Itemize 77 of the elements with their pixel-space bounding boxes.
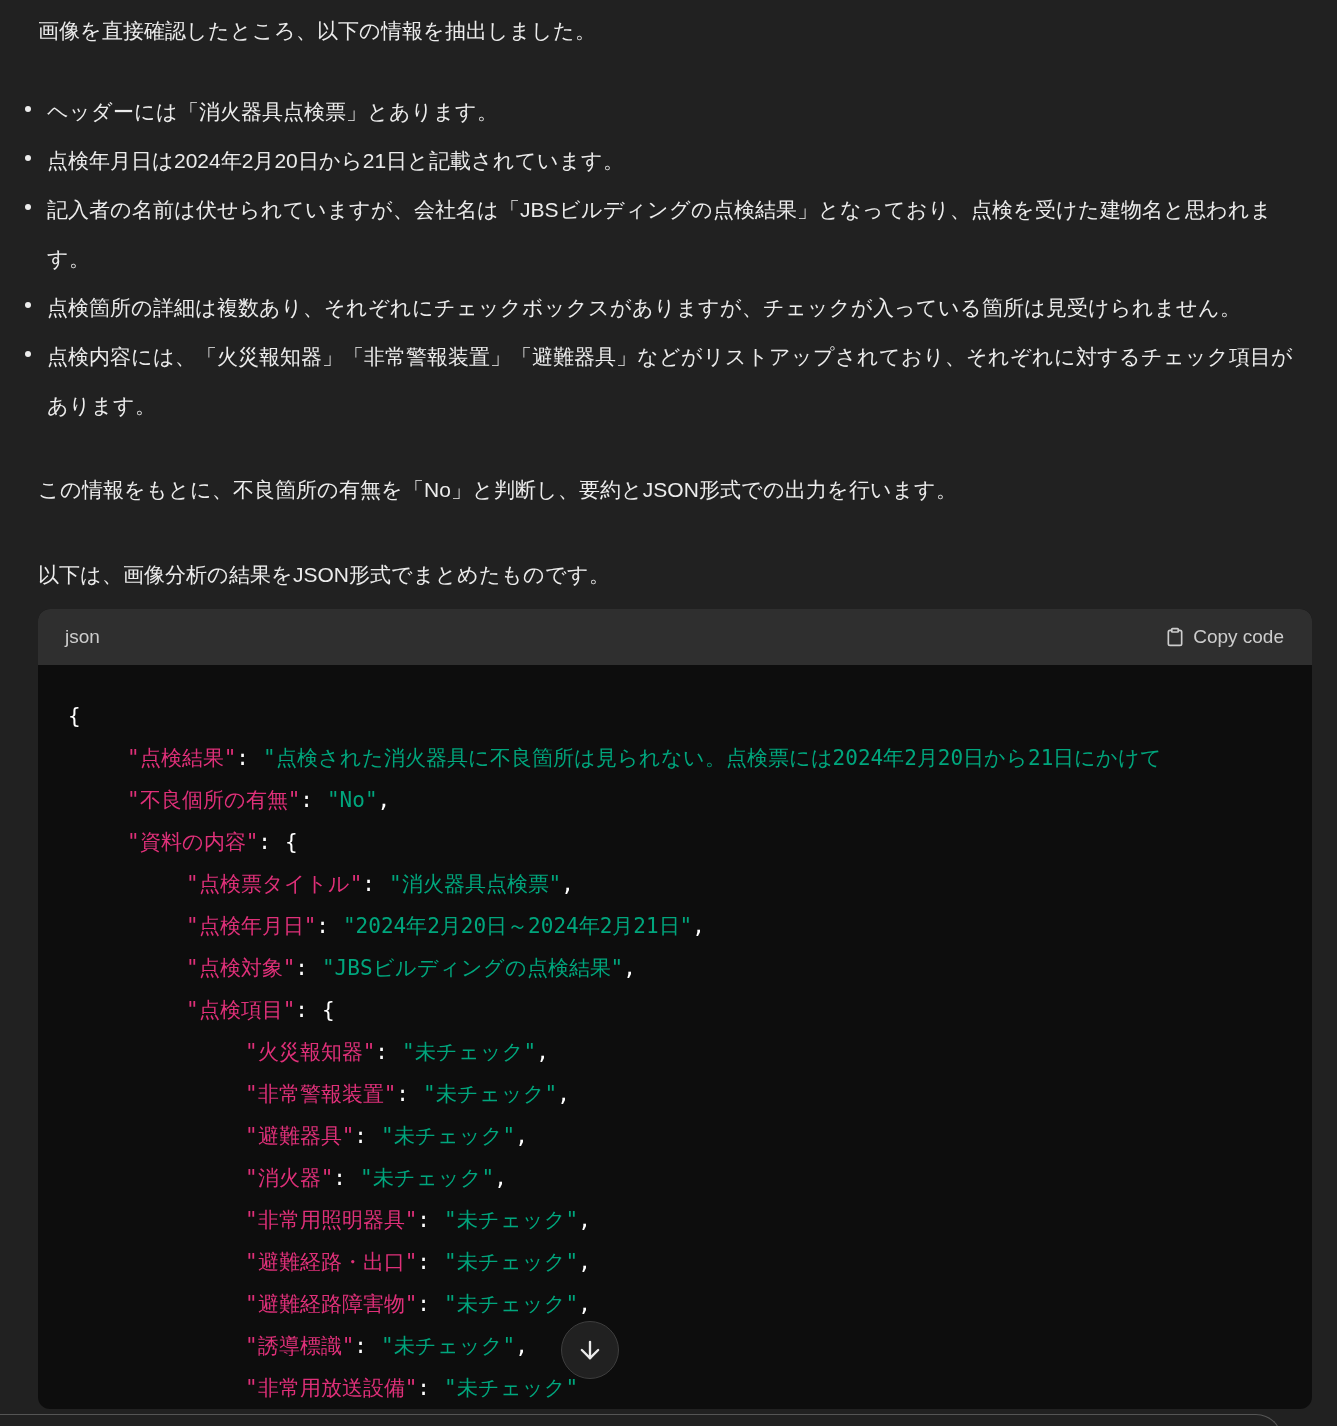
- intro-text: 画像を直接確認したところ、以下の情報を抽出しました。: [38, 18, 597, 44]
- json-colon: :: [354, 1124, 367, 1148]
- json-colon: :: [258, 830, 271, 854]
- json-key: "非常警報装置": [245, 1080, 397, 1108]
- json-string: "JBSビルディングの点検結果": [321, 955, 624, 982]
- json-key: "点検結果": [127, 744, 237, 772]
- json-colon: :: [417, 1208, 430, 1232]
- json-key: "資料の内容": [127, 828, 259, 856]
- json-string: "未チェック": [443, 1375, 579, 1402]
- json-string: "未チェック": [443, 1249, 579, 1276]
- json-comma: ,: [515, 1124, 528, 1148]
- json-colon: :: [417, 1250, 430, 1274]
- json-key: "点検対象": [186, 954, 296, 982]
- json-brace: {: [68, 704, 81, 728]
- json-colon: :: [295, 998, 308, 1022]
- json-colon: :: [300, 788, 313, 812]
- code-language: json: [65, 626, 100, 648]
- json-comma: ,: [494, 1166, 507, 1190]
- json-key: "非常用照明器具": [245, 1206, 418, 1234]
- bullet-text: 記入者の名前は伏せられていますが、会社名は「JBSビルディングの点検結果」となっており、点検を受けた建物名と思われます。: [47, 197, 1273, 272]
- json-comma: ,: [578, 1208, 591, 1232]
- json-key: "点検票タイトル": [186, 870, 363, 898]
- json-comma: ,: [692, 914, 705, 938]
- json-colon: :: [354, 1334, 367, 1358]
- json-colon: :: [375, 1040, 388, 1064]
- json-colon: :: [295, 956, 308, 980]
- bullet-dot: [25, 106, 31, 112]
- json-colon: :: [362, 872, 375, 896]
- json-string: "未チェック": [443, 1207, 579, 1234]
- json-string: "未チェック": [380, 1333, 516, 1360]
- copy-code-button[interactable]: Copy code: [1165, 626, 1284, 648]
- json-string: "消火器具点検票": [388, 871, 562, 898]
- bullet-text: 点検年月日は2024年2月20日から21日と記載されています。: [47, 148, 625, 174]
- json-key: "不良個所の有無": [127, 786, 301, 814]
- json-key: "避難経路障害物": [245, 1290, 418, 1318]
- json-brace: {: [284, 830, 298, 854]
- bullet-text: 点検内容には、「火災報知器」「非常警報装置」「避難器具」などがリストアップされており、それぞれに対するチェック項目があります。: [47, 344, 1294, 419]
- json-colon: :: [333, 1166, 346, 1190]
- json-key: "避難経路・出口": [245, 1248, 418, 1276]
- json-key: "誘導標識": [245, 1332, 355, 1360]
- json-key: "消火器": [245, 1164, 334, 1192]
- json-key: "火災報知器": [245, 1038, 376, 1066]
- json-string: "未チェック": [422, 1081, 558, 1108]
- json-colon: :: [396, 1082, 409, 1106]
- json-comma: ,: [377, 788, 391, 812]
- json-key: "点検項目": [186, 996, 296, 1024]
- json-colon: :: [417, 1376, 430, 1400]
- clipboard-icon: [1165, 627, 1186, 647]
- bullet-dot: [25, 351, 31, 357]
- paragraph-text: この情報をもとに、不良箇所の有無を「No」と判断し、要約とJSON形式での出力を行います。: [38, 477, 958, 503]
- json-string: "未チェック": [401, 1039, 537, 1066]
- json-comma: ,: [557, 1082, 570, 1106]
- json-string: "未チェック": [443, 1291, 579, 1318]
- bullet-dot: [25, 302, 31, 308]
- json-string: "2024年2月20日～2024年2月21日": [342, 913, 693, 940]
- json-brace: {: [321, 998, 335, 1022]
- json-key: "非常用放送設備": [245, 1374, 418, 1402]
- json-key: "避難器具": [245, 1122, 355, 1150]
- json-colon: :: [316, 914, 329, 938]
- bullet-dot: [25, 204, 31, 210]
- json-comma: ,: [536, 1040, 549, 1064]
- json-comma: ,: [515, 1334, 528, 1358]
- json-key: "点検年月日": [186, 912, 317, 940]
- bullet-text: 点検箇所の詳細は複数あり、それぞれにチェックボックスがありますが、チェックが入っている箇所は見受けられません。: [47, 295, 1241, 321]
- bullet-dot: [25, 155, 31, 161]
- json-comma: ,: [561, 872, 574, 896]
- json-string: "点検された消火器具に不良箇所は見られない。点検票には2024年2月20日から21日にかけて: [262, 745, 1163, 772]
- json-comma: ,: [578, 1250, 591, 1274]
- json-string: "未チェック": [359, 1165, 495, 1192]
- json-colon: :: [417, 1292, 430, 1316]
- paragraph-text: 以下は、画像分析の結果をJSON形式でまとめたものです。: [38, 562, 611, 588]
- json-comma: ,: [623, 956, 636, 980]
- bullet-text: ヘッダーには「消火器具点検票」とあります。: [47, 99, 498, 125]
- json-colon: :: [236, 746, 249, 770]
- json-comma: ,: [578, 1292, 591, 1316]
- json-string: "未チェック": [380, 1123, 516, 1150]
- json-string: "No": [326, 788, 378, 812]
